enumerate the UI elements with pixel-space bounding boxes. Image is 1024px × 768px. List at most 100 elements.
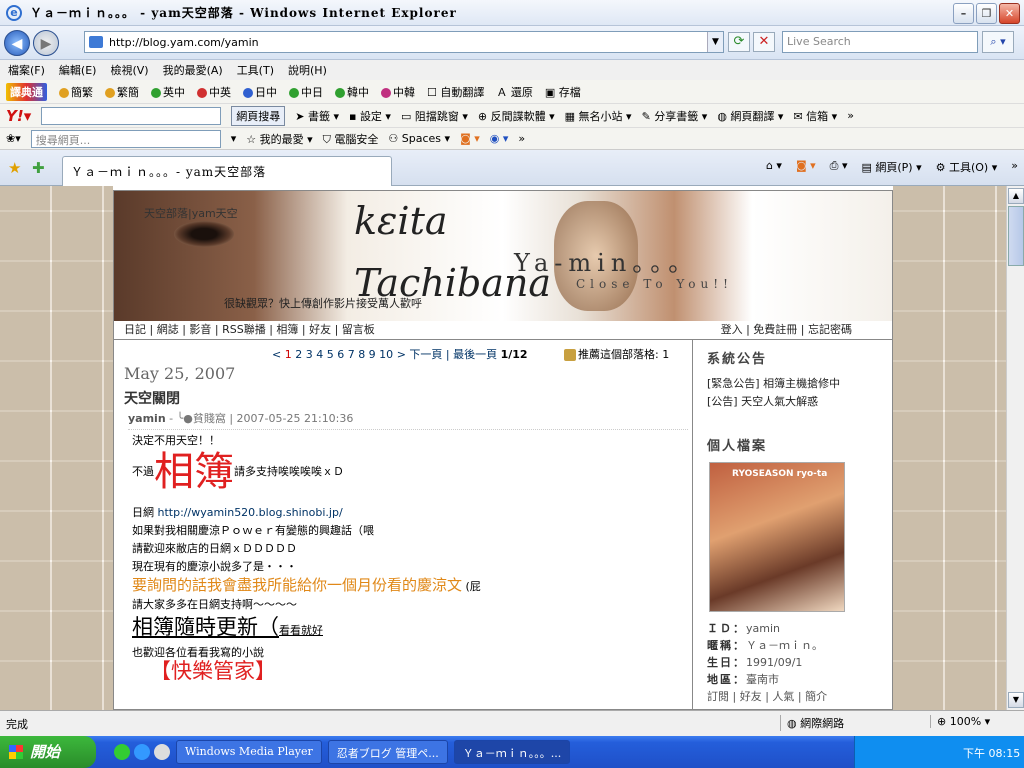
live-search-input[interactable]: Live Search xyxy=(782,31,978,53)
pager-next[interactable]: > 下一頁 xyxy=(397,348,443,361)
close-button[interactable]: ✕ xyxy=(999,3,1020,24)
start-button[interactable]: 開始 xyxy=(0,736,96,768)
task-ie-yamin[interactable]: Ｙａ－ｍｉｎ。。。... xyxy=(453,740,571,764)
home-icon[interactable]: ⌂ ▾ xyxy=(766,159,782,175)
translate-zh-en[interactable]: 中英 xyxy=(197,84,231,100)
task-shinobi[interactable]: 忍者ブログ 管理ペ... xyxy=(327,740,448,764)
pager-prev[interactable]: < xyxy=(272,348,281,361)
translate-zh-kr[interactable]: 中韓 xyxy=(381,84,415,100)
translate-en-zh[interactable]: 英中 xyxy=(151,84,185,100)
command-bar: ⌂ ▾ ◙ ▾ ⎙ ▾ ▤ 網頁(P) ▾ ⚙ 工具(O) ▾ » xyxy=(766,159,1018,175)
restore-button-tb[interactable]: Ａ 還原 xyxy=(496,84,533,100)
favorites-star-icon[interactable]: ★ xyxy=(8,159,21,177)
wretch-menu[interactable]: ▦ 無名小站 ▾ xyxy=(565,108,632,124)
translate-kr-zh[interactable]: 韓中 xyxy=(335,84,369,100)
refresh-button[interactable]: ⟳ xyxy=(728,32,750,52)
web-search-button[interactable]: 網頁搜尋 xyxy=(231,105,286,126)
blog-nav-links[interactable]: 日記 | 網誌 | 影音 | RSS聯播 | 相簿 | 好友 | 留言板 xyxy=(124,321,375,337)
rss-icon[interactable]: ◙ ▾ xyxy=(460,132,480,145)
print-icon[interactable]: ⎙ ▾ xyxy=(830,159,848,175)
minimize-button[interactable]: – xyxy=(953,3,974,24)
web-search-input[interactable]: 搜尋網頁... xyxy=(30,129,221,148)
back-button[interactable]: ◀ xyxy=(4,29,30,56)
pager-pages[interactable]: 2 3 4 5 6 7 8 9 10 xyxy=(295,348,393,361)
messenger-icon[interactable] xyxy=(134,744,150,760)
recommend-link[interactable]: 推薦這個部落格: 1 xyxy=(564,346,669,362)
shinobi-link[interactable]: http://wyamin520.blog.shinobi.jp/ xyxy=(158,506,343,519)
tab-yamin[interactable]: Ｙａ－ｍｉｎ。。。- yam天空部落 xyxy=(62,156,392,186)
restore-button[interactable]: ❐ xyxy=(976,3,997,24)
dictionary-logo[interactable]: 譯典通 xyxy=(6,82,47,101)
translate-trad-simp[interactable]: 繁簡 xyxy=(105,84,139,100)
tools-menu[interactable]: ⚙ 工具(O) ▾ xyxy=(936,159,998,175)
scroll-down-icon[interactable]: ▼ xyxy=(1008,692,1024,708)
menu-favorites[interactable]: 我的最愛(A) xyxy=(163,62,223,78)
profile-photo[interactable]: RYOSEASON ryo-ta xyxy=(709,462,845,612)
security-menu[interactable]: ⛉ 電腦安全 xyxy=(323,131,379,147)
add-favorites-icon[interactable]: ✚ xyxy=(32,159,45,177)
menu-edit[interactable]: 編輯(E) xyxy=(59,62,97,78)
toolbar-overflow-icon[interactable]: » xyxy=(847,109,854,122)
command-overflow-icon[interactable]: » xyxy=(1011,159,1018,175)
mail-menu[interactable]: ✉ 信箱 ▾ xyxy=(793,108,837,124)
post-line: 請大家多多在日網支持啊～～～～ xyxy=(132,598,297,611)
search-button[interactable]: ⌕ ▾ xyxy=(982,31,1014,53)
post-title[interactable]: 天空關閉 xyxy=(124,388,180,408)
media-icon[interactable] xyxy=(154,744,170,760)
web-translate-menu[interactable]: ◍ 網頁翻譯 ▾ xyxy=(717,108,783,124)
profile-links[interactable]: 訂閱 | 好友 | 人氣 | 簡介 xyxy=(707,688,878,705)
share-bookmark-menu[interactable]: ✎ 分享書籤 ▾ xyxy=(642,108,708,124)
zoom-control[interactable]: ⊕ 100% ▾ xyxy=(930,715,990,728)
post-author[interactable]: yamin xyxy=(128,412,166,425)
stop-button[interactable]: ✕ xyxy=(753,32,775,52)
post-category[interactable]: - ╰●貧賤窩 xyxy=(169,412,226,425)
banner-ad-link[interactable]: 很缺觀眾？快上傳創作影片接受萬人歡呼 xyxy=(224,295,422,311)
yahoo-search-input[interactable] xyxy=(41,106,222,125)
forward-button[interactable]: ▶ xyxy=(33,29,59,56)
clock[interactable]: 下午 08:15 xyxy=(963,747,1020,760)
translate-simp-trad[interactable]: 簡繁 xyxy=(59,84,93,100)
yam-logo-link[interactable]: 天空部落|yam天空 xyxy=(144,205,238,221)
help-icon[interactable]: ◉ ▾ xyxy=(490,132,509,145)
menu-help[interactable]: 說明(H) xyxy=(288,62,327,78)
translate-zh-jp[interactable]: 中日 xyxy=(289,84,323,100)
scroll-up-icon[interactable]: ▲ xyxy=(1008,188,1024,204)
auto-translate-checkbox[interactable]: ☐ 自動翻譯 xyxy=(427,84,484,100)
security-zone: ◍ 網際網路 xyxy=(780,715,844,731)
translate-jp-zh[interactable]: 日中 xyxy=(243,84,277,100)
post-date: May 25, 2007 xyxy=(124,364,236,383)
menu-bar: 檔案(F) 編輯(E) 檢視(V) 我的最愛(A) 工具(T) 說明(H) xyxy=(0,60,1024,80)
settings-menu[interactable]: ▪ 設定 ▾ xyxy=(349,108,391,124)
spaces-menu[interactable]: ⚇ Spaces ▾ xyxy=(388,132,450,145)
save-button-tb[interactable]: ▣ 存檔 xyxy=(545,84,581,100)
address-dropdown-icon[interactable]: ▼ xyxy=(707,32,723,52)
pager-current: 1 xyxy=(284,348,292,361)
scroll-thumb[interactable] xyxy=(1008,206,1024,266)
menu-tools[interactable]: 工具(T) xyxy=(237,62,274,78)
address-field[interactable]: http://blog.yam.com/yamin ▼ xyxy=(84,31,724,53)
announce-heading: 系統公告 xyxy=(707,352,768,367)
page-menu[interactable]: ▤ 網頁(P) ▾ xyxy=(861,159,921,175)
account-links[interactable]: 登入 | 免費註冊 | 忘記密碼 xyxy=(721,321,852,337)
task-media-player[interactable]: Windows Media Player xyxy=(176,740,322,764)
antispy-menu[interactable]: ⊕ 反間諜軟體 ▾ xyxy=(478,108,555,124)
favorites-menu[interactable]: ☆ 我的最愛 ▾ xyxy=(246,131,312,147)
msn-icon[interactable]: ❀▾ xyxy=(6,132,21,145)
popup-blocker-menu[interactable]: ▭ 阻擋跳窗 ▾ xyxy=(401,108,468,124)
search-dropdown-icon[interactable]: ▾ xyxy=(231,132,237,145)
post-line: 決定不用天空！！ xyxy=(132,434,220,447)
bookmark-menu[interactable]: ➤ 書籤 ▾ xyxy=(295,108,339,124)
toolbar3-overflow-icon[interactable]: » xyxy=(518,132,525,145)
menu-file[interactable]: 檔案(F) xyxy=(8,62,45,78)
title-bar: e Ｙａ－ｍｉｎ。。。 - yam天空部落 - Windows Internet… xyxy=(0,0,1024,26)
menu-view[interactable]: 檢視(V) xyxy=(110,62,148,78)
desktop-icon[interactable] xyxy=(114,744,130,760)
pager-last[interactable]: | 最後一頁 xyxy=(446,348,497,361)
vertical-scrollbar[interactable]: ▲ ▼ xyxy=(1006,186,1024,710)
post-line: 日網 http://wyamin520.blog.shinobi.jp/ xyxy=(132,506,343,519)
announce-link[interactable]: [緊急公告] 相簿主機搶修中 xyxy=(707,375,878,393)
yahoo-logo-icon[interactable]: Y!▾ xyxy=(6,107,31,125)
announce-link[interactable]: [公告] 天空人氣大解惑 xyxy=(707,393,878,411)
feeds-icon[interactable]: ◙ ▾ xyxy=(796,159,816,175)
taskbar: 開始 Windows Media Player 忍者ブログ 管理ペ... Ｙａ－… xyxy=(0,736,1024,768)
